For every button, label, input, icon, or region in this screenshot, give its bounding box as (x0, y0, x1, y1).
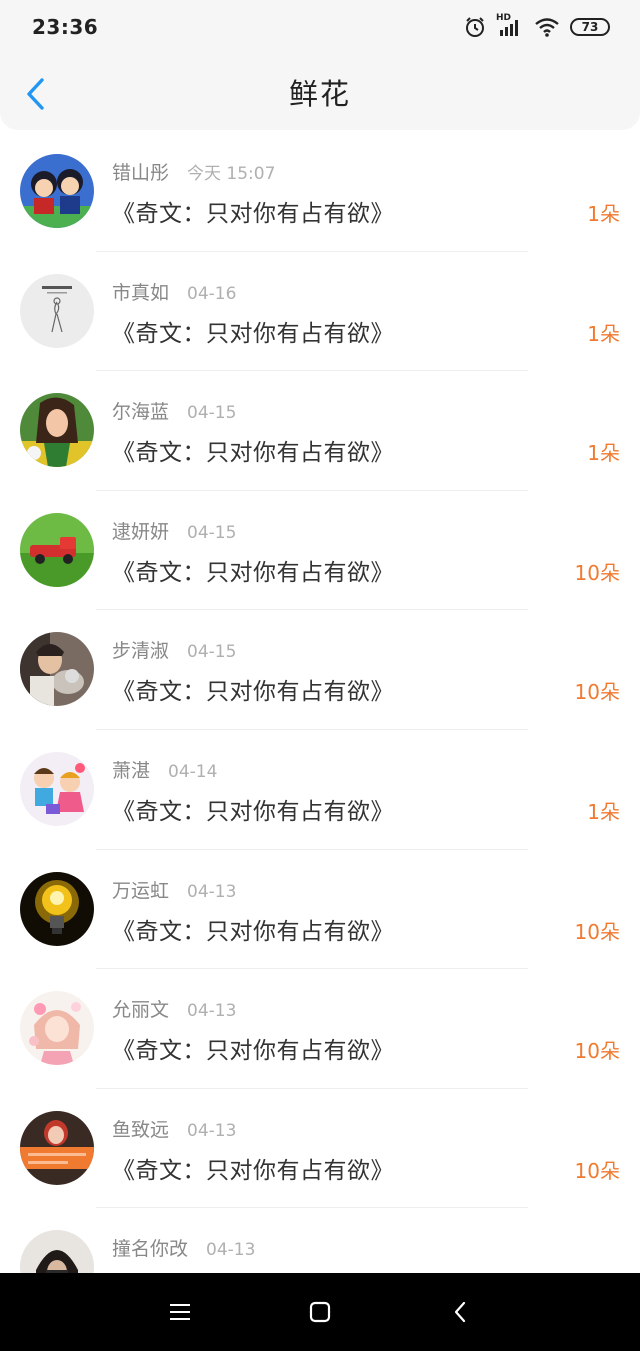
gift-date: 04-15 (187, 403, 237, 424)
home-button[interactable] (300, 1292, 340, 1332)
hd-signal-icon: HD (496, 13, 524, 38)
list-item[interactable]: 错山彤 今天 15:07 《奇文：只对你有占有欲》 1朵 (0, 132, 640, 252)
user-name[interactable]: 万运虹 (112, 876, 169, 903)
memory-sketch-avatar-icon (20, 273, 94, 348)
gift-date: 04-15 (187, 522, 237, 543)
menu-icon (170, 1304, 190, 1320)
avatar[interactable] (20, 512, 94, 587)
user-name[interactable]: 错山彤 (112, 158, 169, 185)
item-meta: 错山彤 今天 15:07 (112, 158, 275, 185)
flower-count: 10朵 (574, 1158, 620, 1183)
woman-photo-avatar-icon (20, 393, 94, 468)
flower-count: 1朵 (587, 202, 620, 226)
book-title: 《奇文：只对你有占有欲》 (112, 1038, 394, 1065)
item-meta: 市真如 04-16 (112, 278, 236, 305)
list-item[interactable]: 步清淑 04-15 《奇文：只对你有占有欲》 10朵 (0, 610, 640, 730)
alarm-icon (466, 17, 484, 37)
back-button[interactable] (440, 1292, 480, 1332)
status-time: 23:36 (32, 15, 99, 39)
item-meta: 步清淑 04-15 (112, 636, 236, 663)
gift-date: 今天 15:07 (187, 164, 276, 184)
user-name[interactable]: 撞名你改 (112, 1234, 188, 1261)
user-name[interactable]: 萧湛 (112, 756, 150, 783)
book-title: 《奇文：只对你有占有欲》 (112, 798, 394, 825)
book-title: 《奇文：只对你有占有欲》 (112, 559, 394, 586)
gift-date: 04-14 (168, 761, 218, 782)
flower-list: 错山彤 今天 15:07 《奇文：只对你有占有欲》 1朵 市真如 04-16 《… (0, 132, 640, 1328)
menu-button[interactable] (160, 1292, 200, 1332)
orange-banner-avatar-icon (20, 1110, 94, 1185)
avatar[interactable] (20, 273, 94, 348)
list-item[interactable]: 尔海蓝 04-15 《奇文：只对你有占有欲》 1朵 (0, 371, 640, 491)
gift-date: 04-15 (187, 642, 237, 663)
user-name[interactable]: 市真如 (112, 278, 169, 305)
book-title: 《奇文：只对你有占有欲》 (112, 1157, 394, 1184)
flower-count: 1朵 (587, 799, 620, 824)
screen: 23:36 HD 73 鲜花 错山彤 今天 15:07 《奇文：只对你有占有欲》… (0, 0, 640, 1351)
header: 鲜花 (0, 54, 640, 130)
flower-count: 1朵 (587, 441, 620, 466)
book-title: 《奇文：只对你有占有欲》 (112, 320, 394, 347)
user-name[interactable]: 步清淑 (112, 636, 169, 663)
back-arrow-icon[interactable] (22, 76, 50, 112)
home-square-icon (309, 1301, 331, 1323)
item-meta: 万运虹 04-13 (112, 876, 236, 903)
user-name[interactable]: 逮妍妍 (112, 517, 169, 544)
avatar[interactable] (20, 751, 94, 826)
flower-count: 10朵 (574, 919, 620, 944)
anime-girl-avatar-icon (20, 991, 94, 1066)
list-item[interactable]: 鱼致远 04-13 《奇文：只对你有占有欲》 10朵 (0, 1089, 640, 1209)
person-with-cat-avatar-icon (20, 632, 94, 707)
gift-date: 04-16 (187, 283, 237, 304)
avatar[interactable] (20, 871, 94, 946)
list-item[interactable]: 市真如 04-16 《奇文：只对你有占有欲》 1朵 (0, 252, 640, 372)
item-meta: 允丽文 04-13 (112, 995, 236, 1022)
status-icons: HD 73 (464, 13, 610, 38)
flower-count: 1朵 (587, 321, 620, 346)
item-meta: 尔海蓝 04-15 (112, 397, 236, 424)
item-meta: 撞名你改 04-13 (112, 1234, 255, 1261)
item-meta: 萧湛 04-14 (112, 756, 217, 783)
avatar[interactable] (20, 991, 94, 1066)
gift-date: 04-13 (187, 1120, 237, 1141)
page-title: 鲜花 (288, 77, 351, 111)
battery-indicator: 73 (570, 18, 610, 36)
avatar[interactable] (20, 393, 94, 468)
list-item[interactable]: 允丽文 04-13 《奇文：只对你有占有欲》 10朵 (0, 969, 640, 1089)
light-bulb-avatar-icon (20, 871, 94, 946)
flower-count: 10朵 (574, 560, 620, 585)
item-meta: 鱼致远 04-13 (112, 1115, 236, 1142)
status-bar: 23:36 HD 73 (0, 0, 640, 54)
list-item[interactable]: 万运虹 04-13 《奇文：只对你有占有欲》 10朵 (0, 850, 640, 970)
user-name[interactable]: 鱼致远 (112, 1115, 169, 1142)
flower-count: 10朵 (574, 680, 620, 705)
list-item[interactable]: 萧湛 04-14 《奇文：只对你有占有欲》 1朵 (0, 730, 640, 850)
cartoon-kids-avatar-icon (20, 751, 94, 826)
back-chevron-icon (454, 1301, 466, 1323)
avatar[interactable] (20, 632, 94, 707)
user-name[interactable]: 尔海蓝 (112, 397, 169, 424)
book-title: 《奇文：只对你有占有欲》 (112, 918, 394, 945)
user-name[interactable]: 允丽文 (112, 995, 169, 1022)
avatar[interactable] (20, 154, 94, 228)
wifi-icon (535, 18, 559, 37)
red-toy-truck-avatar-icon (20, 512, 94, 587)
avatar[interactable] (20, 1110, 94, 1185)
cartoon-couple-avatar-icon (20, 154, 94, 228)
book-title: 《奇文：只对你有占有欲》 (112, 679, 394, 706)
gift-date: 04-13 (187, 881, 237, 902)
gift-date: 04-13 (187, 1001, 237, 1022)
flower-count: 10朵 (574, 1039, 620, 1064)
book-title: 《奇文：只对你有占有欲》 (112, 440, 394, 467)
gift-date: 04-13 (206, 1240, 256, 1261)
list-item[interactable]: 逮妍妍 04-15 《奇文：只对你有占有欲》 10朵 (0, 491, 640, 611)
system-nav-bar (0, 1273, 640, 1351)
item-meta: 逮妍妍 04-15 (112, 517, 236, 544)
book-title: 《奇文：只对你有占有欲》 (112, 201, 394, 227)
